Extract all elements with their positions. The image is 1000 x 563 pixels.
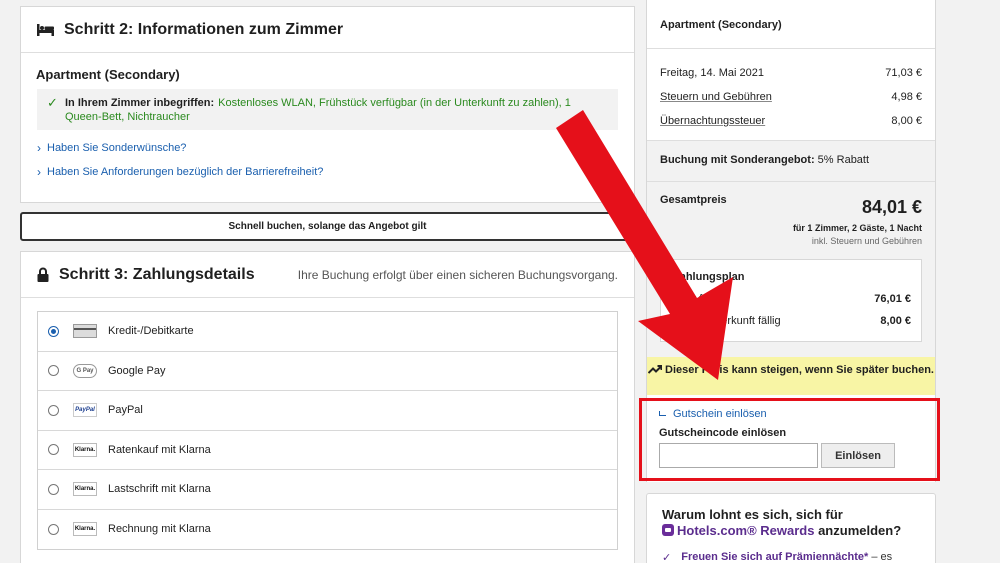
bed-icon xyxy=(37,23,54,36)
rewards-benefit-text: Freuen Sie sich auf Prämiennächte* xyxy=(681,551,869,563)
step2-header: Schritt 2: Informationen zum Zimmer xyxy=(21,7,634,53)
accessibility-link[interactable]: › Haben Sie Anforderungen bezüglich der … xyxy=(37,165,634,179)
rewards-title-line1: Warum lohnt es sich, sich für xyxy=(662,507,843,522)
payment-option-google-pay[interactable]: G Pay Google Pay xyxy=(38,352,617,391)
price-line-taxes: Steuern und Gebühren 4,98 € xyxy=(647,85,935,109)
chevron-right-icon: › xyxy=(37,165,41,179)
price-line-night: Freitag, 14. Mai 2021 71,03 € xyxy=(647,61,935,85)
credit-card-icon xyxy=(73,324,97,339)
hotels-com-logo-icon xyxy=(662,524,674,536)
room-name: Apartment (Secondary) xyxy=(36,67,180,82)
step2-title: Schritt 2: Informationen zum Zimmer xyxy=(64,20,344,38)
payment-method-list: Kredit-/Debitkarte G Pay Google Pay PayP… xyxy=(37,311,618,550)
payment-option-card[interactable]: Kredit-/Debitkarte xyxy=(38,312,617,352)
step3-header: Schritt 3: Zahlungsdetails Ihre Buchung … xyxy=(21,252,634,298)
price-line-value: 8,00 € xyxy=(891,115,922,127)
collapse-icon xyxy=(659,410,666,416)
rewards-card: Warum lohnt es sich, sich für Hotels.com… xyxy=(646,493,936,563)
special-offer-label: Buchung mit Sonderangebot: xyxy=(660,154,815,166)
payment-option-label: Kredit-/Debitkarte xyxy=(108,325,194,338)
payment-option-label: Rechnung mit Klarna xyxy=(108,523,211,536)
plan-row-property: In der Unterkunft fällig 8,00 € xyxy=(673,315,911,327)
plan-row-label: Jetzt fällig xyxy=(673,293,722,305)
radio-button[interactable] xyxy=(48,483,59,495)
total-label: Gesamtpreis xyxy=(660,194,727,206)
payment-option-label: PayPal xyxy=(108,404,143,417)
warning-text: Dieser Preis kann steigen, wenn Sie spät… xyxy=(665,364,934,376)
radio-button[interactable] xyxy=(48,523,59,535)
special-offer-value: 5% Rabatt xyxy=(817,154,870,166)
check-icon: ✓ xyxy=(662,552,672,563)
summary-room-title: Apartment (Secondary) xyxy=(647,0,935,49)
klarna-icon: Klarna. xyxy=(73,482,97,497)
payment-option-label: Lastschrift mit Klarna xyxy=(108,483,211,496)
payment-option-klarna-invoice[interactable]: Klarna. Rechnung mit Klarna xyxy=(38,510,617,550)
voucher-toggle-link[interactable]: Gutschein einlösen xyxy=(659,408,923,420)
radio-button[interactable] xyxy=(48,444,59,456)
plan-row-value: 8,00 € xyxy=(880,315,911,327)
total-occupancy: für 1 Zimmer, 2 Gäste, 1 Nacht xyxy=(792,223,922,233)
klarna-icon: Klarna. xyxy=(73,522,97,537)
paypal-icon: PayPal xyxy=(73,403,97,418)
voucher-code-label: Gutscheincode einlösen xyxy=(659,427,787,439)
total-tax-note: inkl. Steuern und Gebühren xyxy=(811,236,922,246)
rewards-benefit: ✓ Freuen Sie sich auf Prämiennächte* – e… xyxy=(662,551,935,563)
chevron-right-icon: › xyxy=(37,141,41,155)
lock-icon xyxy=(37,267,49,282)
rewards-title: Warum lohnt es sich, sich für Hotels.com… xyxy=(662,507,935,539)
price-line-city-tax: Übernachtungssteuer 8,00 € xyxy=(647,109,935,133)
total-value: 84,01 € xyxy=(861,197,922,217)
rewards-benefit-rest: – es xyxy=(868,551,893,563)
price-summary: Apartment (Secondary) Freitag, 14. Mai 2… xyxy=(646,0,936,482)
step3-title: Schritt 3: Zahlungsdetails xyxy=(59,265,255,283)
price-line-label: Freitag, 14. Mai 2021 xyxy=(660,67,764,79)
plan-row-value: 76,01 € xyxy=(874,293,911,305)
price-line-value: 4,98 € xyxy=(891,91,922,103)
city-tax-link[interactable]: Übernachtungssteuer xyxy=(660,115,765,127)
accessibility-label[interactable]: Haben Sie Anforderungen bezüglich der Ba… xyxy=(47,166,323,178)
payment-card: Schritt 3: Zahlungsdetails Ihre Buchung … xyxy=(20,251,635,563)
included-label: In Ihrem Zimmer inbegriffen: xyxy=(65,97,215,109)
payment-option-label: Ratenkauf mit Klarna xyxy=(108,443,211,456)
klarna-icon: Klarna. xyxy=(73,442,97,457)
payment-option-klarna-debit[interactable]: Klarna. Lastschrift mit Klarna xyxy=(38,470,617,510)
payment-option-paypal[interactable]: PayPal PayPal xyxy=(38,391,617,431)
radio-button[interactable] xyxy=(48,404,59,416)
taxes-fees-link[interactable]: Steuern und Gebühren xyxy=(660,91,772,103)
voucher-code-input[interactable] xyxy=(659,443,818,468)
check-icon: ✓ xyxy=(47,95,58,110)
trending-up-icon xyxy=(647,365,663,374)
fast-book-banner: Schnell buchen, solange das Angebot gilt xyxy=(20,212,635,241)
special-requests-link[interactable]: › Haben Sie Sonderwünsche? xyxy=(37,141,634,155)
included-box: ✓ In Ihrem Zimmer inbegriffen: Kostenlose… xyxy=(37,89,618,130)
redeem-button[interactable]: Einlösen xyxy=(821,443,895,468)
payment-option-label: Google Pay xyxy=(108,364,166,377)
price-increase-warning: Dieser Preis kann steigen, wenn Sie spät… xyxy=(647,357,935,395)
voucher-section: Gutschein einlösen Gutscheincode einlöse… xyxy=(647,398,935,482)
rewards-title-line2: anzumelden? xyxy=(818,523,902,538)
radio-button[interactable] xyxy=(48,365,59,377)
room-info-card: Schritt 2: Informationen zum Zimmer Apar… xyxy=(20,6,635,203)
special-offer-row: Buchung mit Sonderangebot: 5% Rabatt xyxy=(647,140,935,181)
plan-row-now: Jetzt fällig 76,01 € xyxy=(673,293,911,305)
plan-row-label: In der Unterkunft fällig xyxy=(673,315,781,327)
radio-button[interactable] xyxy=(48,325,59,337)
payment-option-klarna-installments[interactable]: Klarna. Ratenkauf mit Klarna xyxy=(38,431,617,470)
rewards-brand: Hotels.com® Rewards xyxy=(677,523,815,538)
payment-plan: Zahlungsplan Jetzt fällig 76,01 € In der… xyxy=(660,259,922,342)
secure-booking-note: Ihre Buchung erfolgt über einen sicheren… xyxy=(297,267,618,282)
google-pay-icon: G Pay xyxy=(73,363,97,378)
price-line-value: 71,03 € xyxy=(885,67,922,79)
special-requests-label[interactable]: Haben Sie Sonderwünsche? xyxy=(47,142,186,154)
voucher-toggle-label[interactable]: Gutschein einlösen xyxy=(673,408,767,420)
payment-plan-title: Zahlungsplan xyxy=(673,271,745,283)
